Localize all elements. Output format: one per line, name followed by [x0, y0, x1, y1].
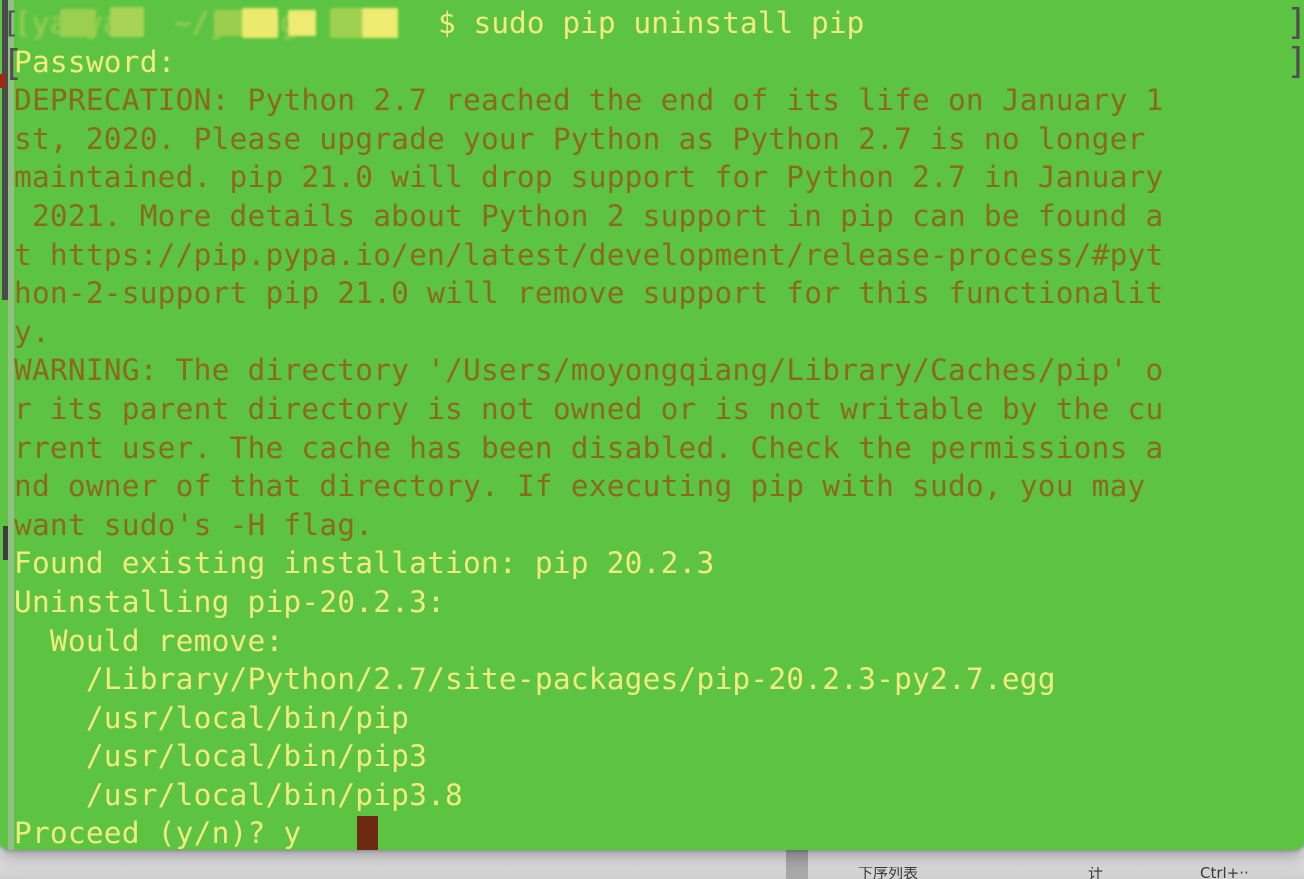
- terminal-output-line: WARNING: The directory '/Users/moyongqia…: [14, 353, 1164, 388]
- background-window[interactable]: 下序列表 计 Ctrl+··: [0, 846, 1304, 879]
- redaction-block: [60, 9, 96, 37]
- background-menu-item-label: 下序列表: [858, 867, 919, 879]
- redaction-block: [288, 10, 316, 36]
- password-prompt-line: Password:: [14, 43, 1304, 82]
- terminal-output-line: DEPRECATION: Python 2.7 reached the end …: [14, 83, 1164, 118]
- terminal-output-line: Uninstalling pip-20.2.3:: [14, 584, 446, 619]
- terminal-output[interactable]: [ [yanya` ~/jiang $ sudo pip uninstall p…: [2, 4, 1304, 850]
- terminal-output-line: want sudo's -H flag.: [14, 507, 374, 542]
- redaction-block: [362, 8, 398, 38]
- redaction-block: [110, 7, 144, 37]
- terminal-cursor: [357, 816, 378, 850]
- redacted-prompt-region: [yanya` ~/jiang: [14, 4, 446, 42]
- terminal-output-line: /usr/local/bin/pip: [14, 700, 410, 735]
- redaction-block: [214, 10, 244, 36]
- terminal-output-line: hon-2-support pip 21.0 will remove suppo…: [14, 276, 1164, 311]
- proceed-prompt-line[interactable]: Proceed (y/n)? y: [14, 814, 1304, 850]
- terminal-window[interactable]: ] ] [ [yanya` ~/jiang $ sudo pip uninsta…: [0, 0, 1304, 850]
- proceed-prompt-text: Proceed (y/n)? y: [14, 816, 302, 850]
- terminal-output-line: nd owner of that directory. If executing…: [14, 469, 1146, 504]
- terminal-output-line: maintained. pip 21.0 will drop support f…: [14, 160, 1164, 195]
- terminal-output-lines: DEPRECATION: Python 2.7 reached the end …: [14, 81, 1304, 814]
- password-line-edge-bracket: [: [2, 43, 24, 84]
- terminal-output-line: r its parent directory is not owned or i…: [14, 391, 1164, 426]
- terminal-output-line: Found existing installation: pip 20.2.3: [14, 546, 715, 581]
- terminal-output-line: Would remove:: [14, 623, 284, 658]
- terminal-output-line: /Library/Python/2.7/site-packages/pip-20…: [14, 662, 1056, 697]
- terminal-output-line: st, 2020. Please upgrade your Python as …: [14, 121, 1146, 156]
- terminal-output-line: t https://pip.pypa.io/en/latest/developm…: [14, 237, 1164, 272]
- redaction-block: [330, 8, 364, 38]
- terminal-output-line: y.: [14, 314, 50, 349]
- redaction-block: [242, 8, 278, 38]
- terminal-prompt-line: [ [yanya` ~/jiang $ sudo pip uninstall p…: [2, 4, 1304, 43]
- prompt-command-text: $ sudo pip uninstall pip: [438, 6, 865, 40]
- terminal-output-line: /usr/local/bin/pip3.8: [14, 777, 464, 812]
- background-menu-row[interactable]: 下序列表 计 Ctrl+··: [0, 867, 1304, 879]
- background-menu-item-icon: 计: [1088, 867, 1104, 879]
- background-menu-item-shortcut: Ctrl+··: [1200, 867, 1249, 879]
- terminal-output-line: 2021. More details about Python 2 suppor…: [14, 198, 1164, 233]
- terminal-output-line: /usr/local/bin/pip3: [14, 739, 428, 774]
- terminal-output-line: rrent user. The cache has been disabled.…: [14, 430, 1164, 465]
